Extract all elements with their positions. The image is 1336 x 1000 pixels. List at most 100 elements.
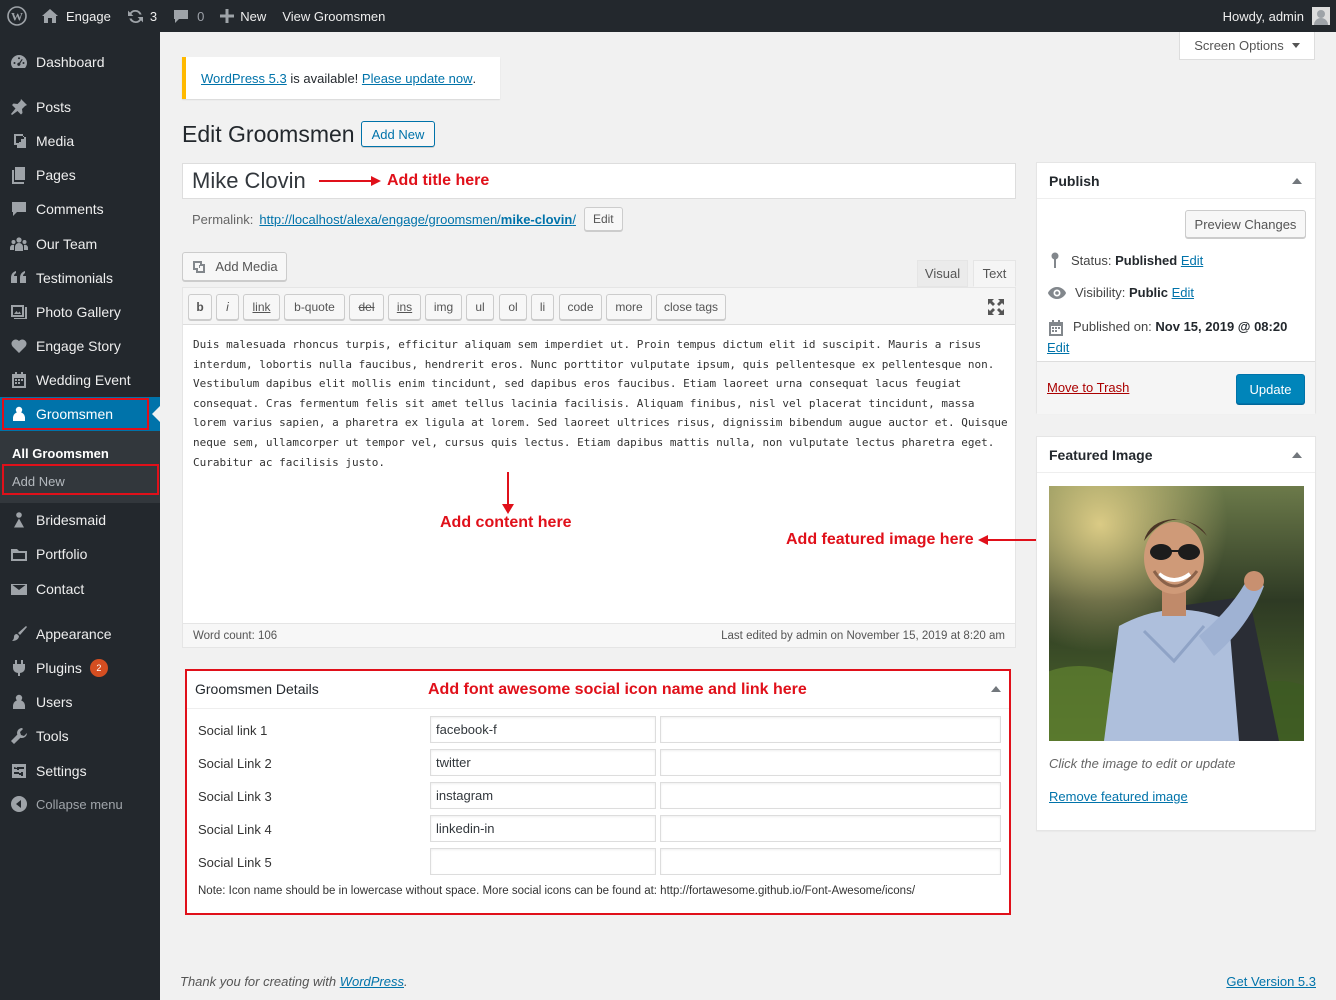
fullscreen-icon[interactable] bbox=[987, 298, 1005, 316]
edit-visibility-link[interactable]: Edit bbox=[1172, 285, 1194, 300]
sidebar-item-contact[interactable]: Contact bbox=[0, 572, 160, 606]
remove-featured-image-link[interactable]: Remove featured image bbox=[1049, 789, 1188, 804]
sidebar-item-comments[interactable]: Comments bbox=[0, 192, 160, 226]
sidebar-item-appearance[interactable]: Appearance bbox=[0, 617, 160, 651]
collapse-icon bbox=[0, 795, 36, 813]
qt-ol-button[interactable]: ol bbox=[499, 294, 527, 320]
comments-link[interactable]: 0 bbox=[165, 0, 212, 32]
sidebar-item-posts[interactable]: Posts bbox=[0, 90, 160, 124]
social-icon-3-input[interactable]: instagram bbox=[430, 782, 656, 809]
sidebar-item-photo-gallery[interactable]: Photo Gallery bbox=[0, 295, 160, 329]
sidebar-item-engage-story[interactable]: Engage Story bbox=[0, 329, 160, 363]
visibility-value: Public bbox=[1128, 285, 1168, 300]
qt-link-button[interactable]: link bbox=[243, 294, 280, 320]
sidebar-item-testimonials[interactable]: Testimonials bbox=[0, 261, 160, 295]
qt-ul-button[interactable]: ul bbox=[466, 294, 494, 320]
sidebar-item-tools[interactable]: Tools bbox=[0, 719, 160, 753]
qt-li-button[interactable]: li bbox=[531, 294, 554, 320]
screen-options-button[interactable]: Screen Options bbox=[1179, 32, 1315, 60]
sidebar-item-our-team[interactable]: Our Team bbox=[0, 227, 160, 261]
email-icon bbox=[0, 580, 36, 598]
post-title-value: Mike Clovin bbox=[192, 168, 306, 193]
plugin-icon bbox=[0, 659, 36, 677]
toggle-panel-icon[interactable] bbox=[991, 686, 1001, 692]
pages-icon bbox=[0, 166, 36, 184]
add-new-button[interactable]: Add New bbox=[361, 121, 435, 147]
post-title-input[interactable]: Mike Clovin bbox=[182, 163, 1016, 199]
updates-link[interactable]: 3 bbox=[119, 0, 165, 32]
comments-count: 0 bbox=[197, 8, 205, 24]
qt-italic-button[interactable]: i bbox=[216, 294, 239, 320]
collapse-menu-button[interactable]: Collapse menu bbox=[0, 787, 160, 821]
published-label: Published on: bbox=[1073, 319, 1152, 334]
view-groomsmen-link[interactable]: View Groomsmen bbox=[274, 0, 393, 32]
pin-icon bbox=[1051, 252, 1059, 268]
permalink-edit-button[interactable]: Edit bbox=[583, 207, 623, 231]
qt-ins-button[interactable]: ins bbox=[388, 294, 421, 320]
qt-bquote-button[interactable]: b-quote bbox=[284, 294, 345, 320]
qt-close-tags-button[interactable]: close tags bbox=[656, 294, 726, 320]
social-url-1-input[interactable] bbox=[660, 716, 1001, 743]
sidebar-item-users[interactable]: Users bbox=[0, 685, 160, 719]
qt-del-button[interactable]: del bbox=[349, 294, 384, 320]
site-name-link[interactable]: Engage bbox=[33, 0, 119, 32]
social-link-2-label: Social Link 2 bbox=[198, 756, 272, 771]
tab-text[interactable]: Text bbox=[973, 260, 1016, 287]
wordpress-version-link[interactable]: WordPress 5.3 bbox=[201, 71, 287, 86]
get-version-link[interactable]: Get Version 5.3 bbox=[1226, 974, 1316, 989]
update-now-link[interactable]: Please update now bbox=[362, 71, 473, 86]
update-button[interactable]: Update bbox=[1236, 374, 1305, 404]
social-icon-2-input[interactable]: twitter bbox=[430, 749, 656, 776]
edit-status-link[interactable]: Edit bbox=[1181, 253, 1203, 268]
publish-header[interactable]: Publish bbox=[1037, 163, 1315, 199]
social-icon-5-input[interactable] bbox=[430, 848, 656, 875]
social-url-3-input[interactable] bbox=[660, 782, 1001, 809]
toggle-panel-icon[interactable] bbox=[1292, 452, 1302, 458]
publish-title: Publish bbox=[1049, 172, 1100, 189]
qt-img-button[interactable]: img bbox=[425, 294, 462, 320]
featured-image-title: Featured Image bbox=[1049, 446, 1153, 463]
social-url-2-input[interactable] bbox=[660, 749, 1001, 776]
new-content-link[interactable]: New bbox=[212, 0, 274, 32]
qt-code-button[interactable]: code bbox=[559, 294, 602, 320]
gallery-icon bbox=[0, 303, 36, 321]
sidebar-item-label: Dashboard bbox=[36, 54, 105, 70]
sidebar-item-portfolio[interactable]: Portfolio bbox=[0, 537, 160, 571]
sidebar-item-media[interactable]: Media bbox=[0, 124, 160, 158]
social-icon-4-input[interactable]: linkedin-in bbox=[430, 815, 656, 842]
qt-bold-button[interactable]: b bbox=[188, 294, 212, 320]
social-link-4-label: Social Link 4 bbox=[198, 822, 272, 837]
heart-icon bbox=[0, 337, 36, 355]
calendar-icon bbox=[1049, 320, 1063, 336]
sidebar-item-label: Portfolio bbox=[36, 546, 88, 562]
sidebar-item-bridesmaid[interactable]: Bridesmaid bbox=[0, 503, 160, 537]
content-textarea[interactable]: Duis malesuada rhoncus turpis, efficitur… bbox=[193, 335, 1008, 472]
sidebar-item-dashboard[interactable]: Dashboard bbox=[0, 45, 160, 79]
add-media-button[interactable]: Add Media bbox=[182, 252, 287, 281]
page-title: Edit Groomsmen bbox=[182, 121, 355, 147]
toggle-panel-icon[interactable] bbox=[1292, 178, 1302, 184]
social-url-4-input[interactable] bbox=[660, 815, 1001, 842]
edit-date-link[interactable]: Edit bbox=[1047, 340, 1069, 355]
wordpress-logo-icon[interactable]: W bbox=[0, 0, 33, 32]
qt-more-button[interactable]: more bbox=[606, 294, 652, 320]
tab-visual[interactable]: Visual bbox=[917, 260, 968, 287]
sidebar-item-label: Bridesmaid bbox=[36, 512, 107, 528]
social-link-5-label: Social Link 5 bbox=[198, 855, 272, 870]
social-url-5-input[interactable] bbox=[660, 848, 1001, 875]
howdy-text: Howdy, admin bbox=[1222, 8, 1304, 24]
sidebar-item-settings[interactable]: Settings bbox=[0, 754, 160, 788]
preview-changes-button[interactable]: Preview Changes bbox=[1185, 210, 1306, 238]
featured-image-header[interactable]: Featured Image bbox=[1037, 437, 1315, 473]
featured-image-thumbnail[interactable] bbox=[1049, 486, 1304, 741]
permalink-link[interactable]: http://localhost/alexa/engage/groomsmen/… bbox=[259, 212, 576, 227]
sidebar-item-label: Contact bbox=[36, 581, 85, 597]
footer-wordpress-link[interactable]: WordPress bbox=[340, 974, 404, 989]
sidebar-item-pages[interactable]: Pages bbox=[0, 158, 160, 192]
sidebar-item-wedding-event[interactable]: Wedding Event bbox=[0, 363, 160, 397]
sidebar-item-plugins[interactable]: Plugins 2 bbox=[0, 651, 160, 685]
submenu-all-groomsmen[interactable]: All Groomsmen bbox=[0, 439, 160, 467]
move-to-trash-link[interactable]: Move to Trash bbox=[1047, 380, 1129, 395]
my-account[interactable]: Howdy, admin bbox=[1223, 7, 1336, 25]
social-icon-1-input[interactable]: facebook-f bbox=[430, 716, 656, 743]
